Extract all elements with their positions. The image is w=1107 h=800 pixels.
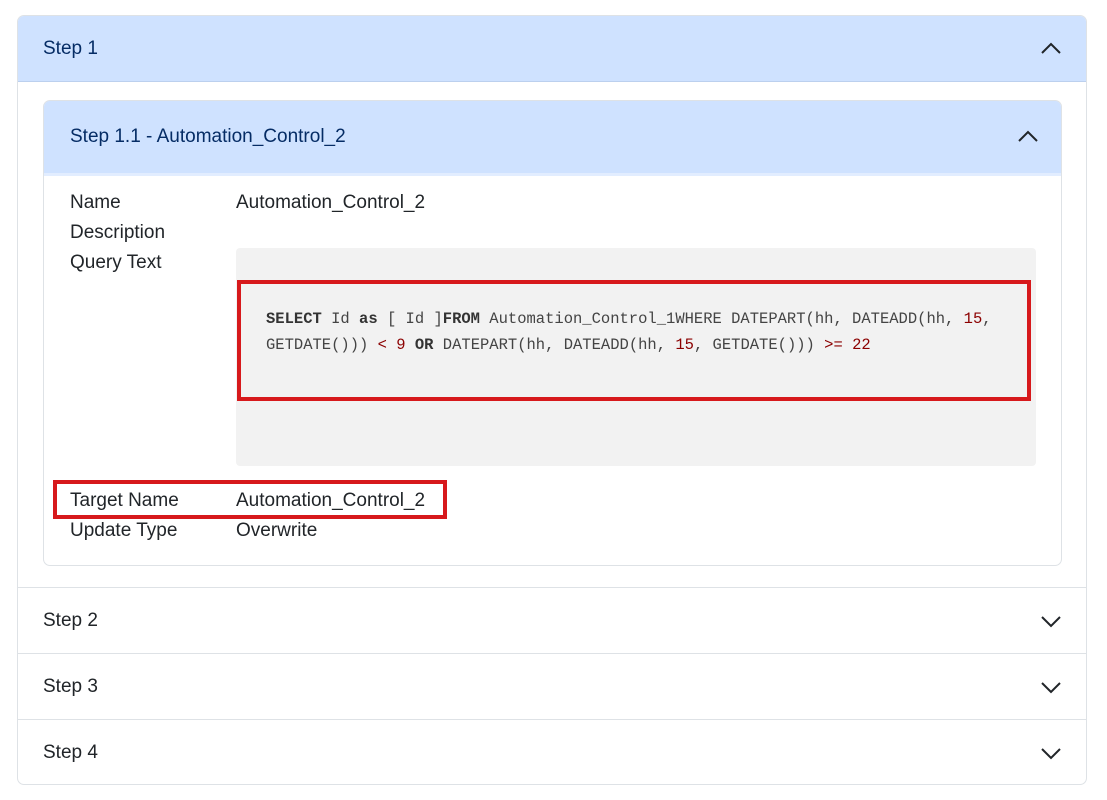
query-token: [406, 336, 415, 354]
substep-title: Step 1.1 - Automation_Control_2: [70, 126, 346, 147]
query-token: OR: [414, 336, 434, 354]
step-1-label: Step 1: [43, 37, 98, 59]
query-token: Id: [321, 310, 360, 328]
query-code-text: SELECT Id as [ Id ]FROM Automation_Contr…: [266, 306, 1016, 358]
name-value: Automation_Control_2: [236, 192, 426, 213]
chevron-down-icon[interactable]: [1040, 676, 1062, 698]
query-token: Automation_Control_1WHERE DATEPART(hh, D…: [479, 310, 964, 328]
query-token: DATEPART(hh, DATEADD(hh,: [433, 336, 676, 354]
substep-panel: Step 1.1 - Automation_Control_2 Name Aut…: [43, 100, 1062, 566]
query-code-block: SELECT Id as [ Id ]FROM Automation_Contr…: [236, 248, 1036, 466]
step-1-header[interactable]: Step 1: [18, 16, 1086, 82]
steps-accordion: Step 1 Step 1.1 - Automation_Control_2 N…: [17, 15, 1087, 785]
step-2-header[interactable]: Step 2: [18, 587, 1086, 653]
step-4-label: Step 4: [43, 741, 98, 763]
query-token: 9: [396, 336, 406, 354]
query-token: <: [377, 336, 387, 354]
update-type-value: Overwrite: [236, 520, 318, 541]
query-token: FROM: [442, 310, 480, 328]
query-token: [ Id ]: [377, 310, 443, 328]
query-token: SELECT: [266, 310, 322, 328]
update-type-label: Update Type: [70, 520, 178, 541]
step-3-header[interactable]: Step 3: [18, 653, 1086, 719]
step-2-label: Step 2: [43, 609, 98, 631]
step-4-header[interactable]: Step 4: [18, 719, 1086, 784]
query-token: 15: [963, 310, 983, 328]
query-token: [843, 336, 852, 354]
step-3-label: Step 3: [43, 675, 98, 697]
description-label: Description: [70, 222, 166, 243]
query-token: as: [359, 310, 378, 328]
query-token: 15: [675, 336, 694, 354]
query-token: [387, 336, 396, 354]
query-token: 22: [852, 336, 871, 354]
chevron-down-icon[interactable]: [1040, 742, 1062, 764]
name-label: Name: [70, 192, 121, 213]
query-text-label: Query Text: [70, 252, 162, 273]
substep-header[interactable]: Step 1.1 - Automation_Control_2: [44, 101, 1061, 173]
target-name-label: Target Name: [70, 490, 179, 511]
chevron-up-icon[interactable]: [1017, 126, 1039, 148]
chevron-up-icon[interactable]: [1040, 38, 1062, 60]
query-token: , GETDATE())): [693, 336, 825, 354]
chevron-down-icon[interactable]: [1040, 610, 1062, 632]
target-name-value: Automation_Control_2: [236, 490, 426, 511]
query-token: >=: [824, 336, 843, 354]
